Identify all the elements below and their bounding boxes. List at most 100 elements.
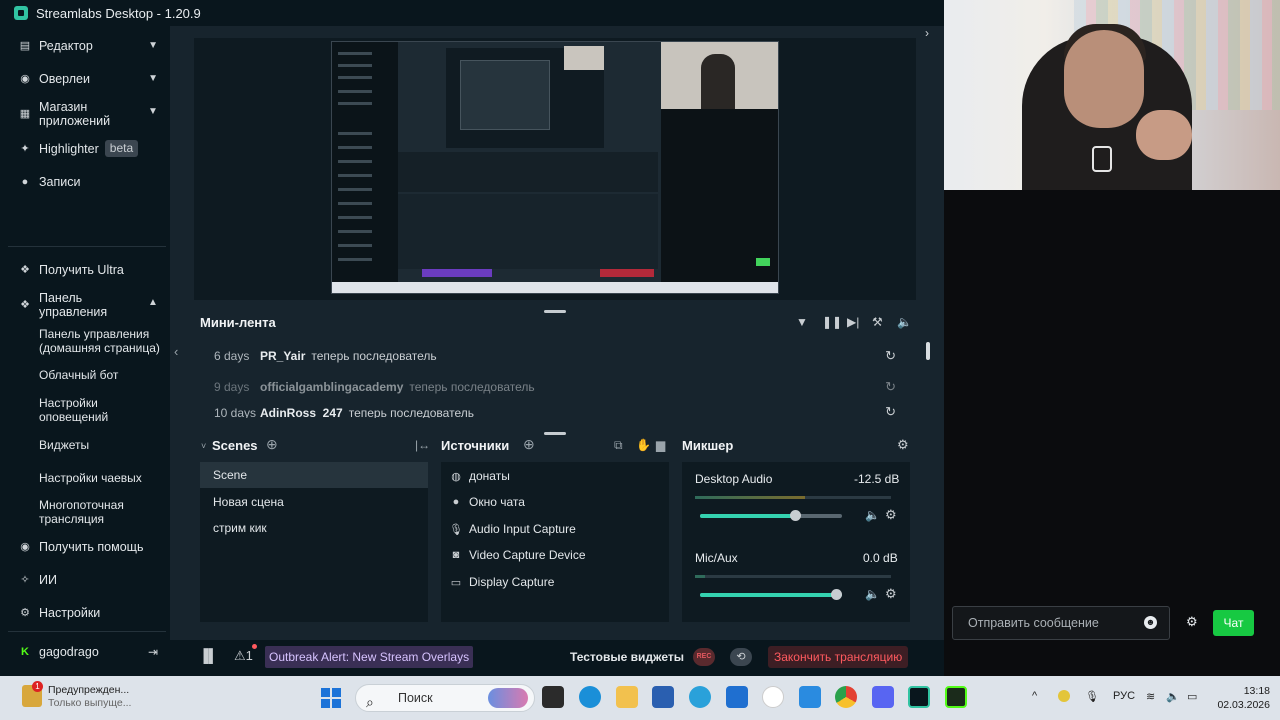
replay-alert-icon[interactable]: ↻ <box>885 379 896 395</box>
store-icon[interactable] <box>652 686 674 708</box>
chevron-down-icon[interactable]: ˅ <box>201 441 206 451</box>
chrome-icon[interactable] <box>835 686 857 708</box>
mute-alerts-icon[interactable]: ⚒ <box>872 315 883 329</box>
app-icon[interactable] <box>799 686 821 708</box>
volume-icon[interactable]: 🔈 <box>1166 690 1180 703</box>
yandex-browser-icon[interactable] <box>762 686 784 708</box>
gear-icon[interactable]: ⚙ <box>1186 614 1198 630</box>
help-icon: ◉ <box>20 541 30 553</box>
sidebar-sub-dashboard-home[interactable]: Панель управления (домашняя страница) <box>39 327 164 355</box>
chat-message-input[interactable]: Отправить сообщение <box>952 606 1170 640</box>
chevron-down-icon[interactable]: ▼ <box>148 72 158 86</box>
windows-start-icon[interactable] <box>321 688 341 708</box>
source-item[interactable]: ◍ донаты <box>441 463 669 489</box>
sidebar-item-editor[interactable]: ▤ Редактор ▼ <box>0 39 170 53</box>
test-widgets-label[interactable]: Тестовые виджеты <box>570 650 684 664</box>
sidebar-item-overlays[interactable]: ◉ Оверлеи ▼ <box>0 72 170 86</box>
sidebar-item-ultra[interactable]: ❖ Получить Ultra <box>0 263 170 277</box>
taskbar-search[interactable]: ⌕ Поиск <box>355 684 535 712</box>
sidebar-sub-multistream[interactable]: Многопоточная трансляция <box>39 498 139 526</box>
sidebar-sub-widgets[interactable]: Виджеты <box>39 438 164 452</box>
emoji-icon[interactable]: ☻ <box>1144 616 1157 629</box>
chevron-right-icon[interactable]: › <box>925 26 929 40</box>
gear-icon[interactable]: ⚙ <box>885 586 897 602</box>
sidebar-item-app-store[interactable]: ▦ Магазин приложений <box>0 100 140 128</box>
chevron-down-icon[interactable]: ▼ <box>148 39 158 53</box>
scene-item[interactable]: Scene <box>200 462 428 488</box>
window-title: Streamlabs Desktop - 1.20.9 <box>36 5 201 21</box>
chat-bubble-icon: ● <box>452 496 460 508</box>
notifications-warning-icon[interactable]: ⚠1 <box>234 648 253 664</box>
battery-icon[interactable]: ▭ <box>1187 690 1197 703</box>
language-indicator[interactable]: РУС <box>1113 690 1135 702</box>
outbreak-alert-link[interactable]: Outbreak Alert: New Stream Overlays <box>265 646 474 668</box>
sidebar-collapse-icon[interactable]: ‹ <box>174 344 178 359</box>
group-icon[interactable]: ✋ <box>636 438 651 452</box>
sidebar-sub-alert-settings[interactable]: Настройки оповещений <box>39 396 119 424</box>
sidebar-item-dashboard[interactable]: ❖ Панель управления <box>0 291 140 319</box>
streamlabs-window: Streamlabs Desktop - 1.20.9 ▤ Редактор ▼… <box>0 0 944 676</box>
record-button[interactable]: REC <box>693 648 715 666</box>
performance-stats-icon[interactable]: ▐▌ <box>199 648 217 663</box>
taskbar-notification[interactable]: 1 Предупрежден... Только выпуще... <box>20 681 140 713</box>
filter-icon[interactable]: ▼ <box>796 315 808 329</box>
replay-buffer-button[interactable]: ⟲ <box>730 648 752 666</box>
chat-send-button[interactable]: Чат <box>1213 610 1254 636</box>
scene-item[interactable]: стрим кик <box>200 515 428 541</box>
logout-icon[interactable]: ⇥ <box>148 645 158 659</box>
sidebar-sub-tip-settings[interactable]: Настройки чаевых <box>39 471 164 485</box>
source-item[interactable]: ● Окно чата <box>441 489 669 515</box>
source-item[interactable]: 🎙 Audio Input Capture <box>441 516 669 542</box>
audio-meter <box>695 496 891 499</box>
app-icon[interactable] <box>945 686 967 708</box>
tray-app-icon[interactable] <box>1058 690 1070 702</box>
pause-icon[interactable]: ❚❚ <box>822 315 842 329</box>
scenes-title: Scenes <box>212 438 258 453</box>
dock-resize-handle[interactable] <box>544 432 566 435</box>
editor-icon: ▤ <box>19 40 31 52</box>
sidebar-sub-cloudbot[interactable]: Облачный бот <box>39 368 164 382</box>
source-item[interactable]: ◙ Video Capture Device <box>441 542 669 568</box>
sidebar-user[interactable]: K gagodrago ⇥ <box>0 645 170 659</box>
volume-slider-handle[interactable] <box>831 589 842 600</box>
sidebar-item-help[interactable]: ◉ Получить помощь <box>0 540 170 554</box>
sidebar-item-recordings[interactable]: ● Записи <box>0 175 170 189</box>
chevron-up-icon[interactable]: ^ <box>1032 690 1037 702</box>
sidebar-item-ai[interactable]: ✧ ИИ <box>0 573 170 587</box>
edge-browser-icon[interactable] <box>579 686 601 708</box>
replay-alert-icon[interactable]: ↻ <box>885 348 896 364</box>
chevron-up-icon[interactable]: ▲ <box>148 297 158 308</box>
folder-icon[interactable]: ▆ <box>656 438 665 452</box>
speaker-icon[interactable]: 🔈 <box>865 587 880 601</box>
volume-slider-handle[interactable] <box>790 510 801 521</box>
telegram-icon[interactable] <box>689 686 711 708</box>
volume-slider[interactable] <box>700 510 842 521</box>
notification-dot <box>252 644 257 649</box>
scene-transitions-icon[interactable]: |↔ <box>415 438 430 452</box>
add-source-icon[interactable]: ⊕ <box>523 436 535 453</box>
chevron-down-icon[interactable]: ▼ <box>148 106 158 117</box>
skip-icon[interactable]: ▶| <box>847 315 859 329</box>
volume-slider[interactable] <box>700 589 842 600</box>
file-explorer-icon[interactable] <box>616 686 638 708</box>
sidebar-item-highlighter[interactable]: ✦ Highlighter beta <box>0 140 170 157</box>
discord-icon[interactable] <box>872 686 894 708</box>
scene-item[interactable]: Новая сцена <box>200 489 428 515</box>
microphone-icon[interactable]: 🎙 <box>1085 690 1099 703</box>
gear-icon[interactable]: ⚙ <box>897 437 909 453</box>
taskbar-clock[interactable]: 13:18 02.03.2026 <box>1210 684 1270 712</box>
app-icon[interactable] <box>726 686 748 708</box>
selective-recording-icon[interactable]: ⧉ <box>614 438 623 453</box>
sidebar-item-settings[interactable]: ⚙ Настройки <box>0 606 170 620</box>
gear-icon[interactable]: ⚙ <box>885 507 897 523</box>
volume-icon[interactable]: 🔈 <box>897 315 912 329</box>
speaker-icon[interactable]: 🔈 <box>865 508 880 522</box>
source-item[interactable]: ▭ Display Capture <box>441 569 669 595</box>
add-scene-icon[interactable]: ⊕ <box>266 436 278 453</box>
task-view-icon[interactable] <box>542 686 564 708</box>
streamlabs-taskbar-icon[interactable] <box>908 686 930 708</box>
feed-scrollbar[interactable] <box>926 342 930 360</box>
wifi-icon[interactable]: ≋ <box>1146 690 1155 703</box>
end-stream-button[interactable]: Закончить трансляцию <box>768 646 909 668</box>
replay-alert-icon[interactable]: ↻ <box>885 404 896 418</box>
